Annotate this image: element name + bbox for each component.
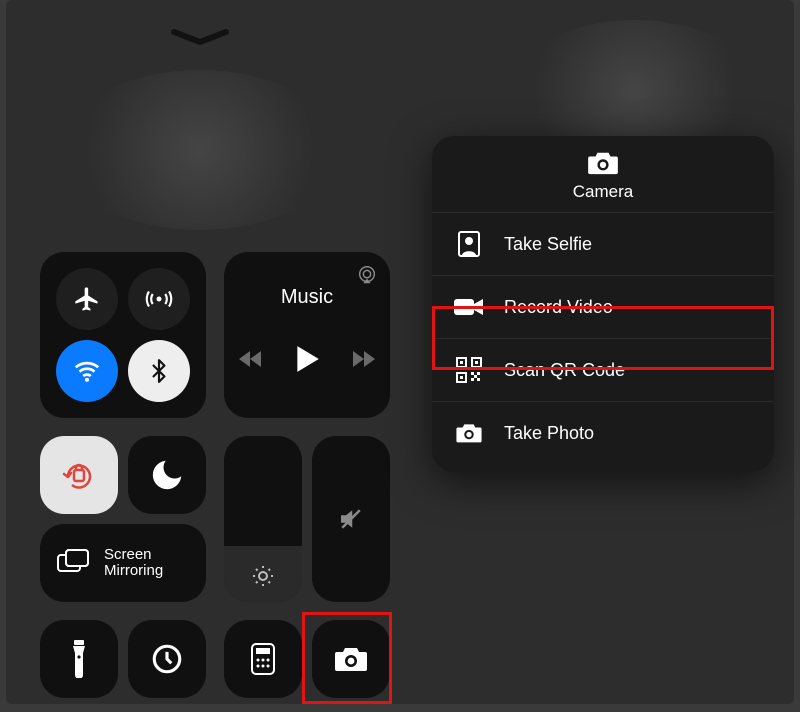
connectivity-tile <box>40 252 206 418</box>
annotation-highlight-record-video <box>432 306 774 370</box>
menu-item-take-photo[interactable]: Take Photo <box>432 401 774 464</box>
music-title: Music <box>224 286 390 309</box>
screen-mirroring-button[interactable]: Screen Mirroring <box>40 524 206 602</box>
brightness-slider[interactable] <box>224 436 302 602</box>
timer-button[interactable] <box>128 620 206 698</box>
music-tile[interactable]: Music <box>224 252 390 418</box>
wifi-toggle[interactable] <box>56 340 118 402</box>
camera-icon <box>454 422 484 444</box>
volume-mute-icon <box>312 504 390 534</box>
screen-mirroring-icon <box>56 549 90 577</box>
do-not-disturb-toggle[interactable] <box>128 436 206 514</box>
screen-mirroring-label: Screen Mirroring <box>104 547 163 580</box>
camera-icon <box>586 150 620 176</box>
airplay-icon[interactable] <box>356 264 378 286</box>
rotation-lock-toggle[interactable] <box>40 436 118 514</box>
camera-quick-actions-menu: Camera Take Selfie Record Video Scan QR … <box>432 136 774 472</box>
flashlight-button[interactable] <box>40 620 118 698</box>
menu-item-label: Take Photo <box>504 423 594 444</box>
cellular-data-toggle[interactable] <box>128 268 190 330</box>
previous-track-icon[interactable] <box>238 349 264 369</box>
selfie-icon <box>454 230 484 258</box>
annotation-highlight-camera <box>302 612 392 704</box>
menu-item-take-selfie[interactable]: Take Selfie <box>432 212 774 275</box>
camera-menu-header: Camera <box>432 150 774 212</box>
bluetooth-toggle[interactable] <box>128 340 190 402</box>
background-glow <box>60 70 340 230</box>
brightness-icon <box>224 564 302 588</box>
collapse-chevron-icon[interactable] <box>170 28 230 46</box>
play-icon[interactable] <box>294 344 320 374</box>
next-track-icon[interactable] <box>350 349 376 369</box>
camera-menu-title: Camera <box>573 182 633 202</box>
menu-item-label: Take Selfie <box>504 234 592 255</box>
airplane-mode-toggle[interactable] <box>56 268 118 330</box>
volume-slider[interactable] <box>312 436 390 602</box>
calculator-button[interactable] <box>224 620 302 698</box>
